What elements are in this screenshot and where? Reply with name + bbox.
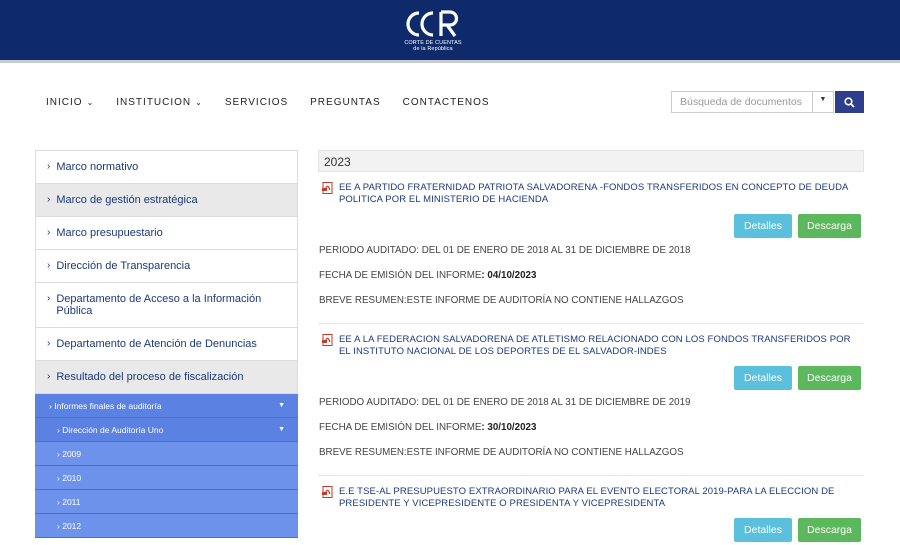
report-title-link[interactable]: EE A LA FEDERACION SALVADORENA DE ATLETI… xyxy=(318,334,864,358)
sidebar-item-label: Marco presupuestario xyxy=(56,227,163,239)
chevron-right-icon: › xyxy=(57,496,60,507)
chevron-right-icon: › xyxy=(57,472,60,483)
sidebar-subitem-auditoria-uno[interactable]: › Dirección de Auditoría Uno ▼ xyxy=(35,418,298,442)
sidebar-item-fiscalizacion[interactable]: › Resultado del proceso de fiscalización xyxy=(35,361,298,394)
detalles-button[interactable]: Detalles xyxy=(734,518,792,542)
sidebar-item-denuncias[interactable]: › Departamento de Atención de Denuncias xyxy=(35,328,298,361)
nav-label: PREGUNTAS xyxy=(310,97,381,108)
sidebar-item-marco-gestion[interactable]: › Marco de gestión estratégica xyxy=(35,184,298,217)
report-actions: Detalles Descarga xyxy=(734,366,861,390)
nav-label: SERVICIOS xyxy=(224,97,289,108)
sidebar-item-label: Dirección de Transparencia xyxy=(56,260,191,272)
sidebar-item-label: Departamento de Atención de Denuncias xyxy=(56,338,257,350)
nav-label: INICIO xyxy=(46,97,83,108)
chevron-down-icon: ⌄ xyxy=(86,98,95,107)
caret-down-icon: ▼ xyxy=(278,426,285,433)
sidebar-item-label: Marco de gestión estratégica xyxy=(56,194,198,206)
main-nav: INICIO ⌄ INSTITUCION ⌄ SERVICIOS PREGUNTAS… xyxy=(46,97,512,108)
nav-contactenos[interactable]: CONTACTENOS xyxy=(403,97,490,108)
sidebar-subitem-label: Dirección de Auditoría Uno xyxy=(62,424,164,435)
chevron-right-icon: › xyxy=(47,161,51,172)
chevron-right-icon: › xyxy=(47,338,51,349)
periodo-auditado: PERIODO AUDITADO: DEL 01 DE ENERO DE 201… xyxy=(319,397,691,408)
logo-subtitle-2: de la República xyxy=(413,46,453,52)
pdf-icon xyxy=(322,486,333,498)
sidebar-subitem-label: 2012 xyxy=(62,520,82,531)
chevron-right-icon: › xyxy=(47,293,51,304)
pdf-icon xyxy=(322,182,333,194)
nav-label: CONTACTENOS xyxy=(402,97,490,108)
ccr-logo-mark xyxy=(406,10,459,37)
report-entry: EE A PARTIDO FRATERNIDAD PATRIOTA SALVAD… xyxy=(318,182,864,324)
chevron-right-icon: › xyxy=(57,448,60,459)
sidebar-subitem-label: 2009 xyxy=(62,448,82,459)
caret-down-icon: ▼ xyxy=(819,96,827,103)
chevron-right-icon: › xyxy=(57,424,60,435)
descarga-button[interactable]: Descarga xyxy=(798,214,861,238)
report-title: EE A LA FEDERACION SALVADORENA DE ATLETI… xyxy=(339,334,851,357)
entry-divider xyxy=(318,475,864,476)
detalles-button[interactable]: Detalles xyxy=(734,366,792,390)
sidebar-subitem-2009[interactable]: › 2009 xyxy=(35,442,298,466)
chevron-right-icon: › xyxy=(47,371,51,382)
nav-inicio[interactable]: INICIO ⌄ xyxy=(46,97,94,108)
nav-preguntas[interactable]: PREGUNTAS xyxy=(310,97,381,108)
search-button[interactable] xyxy=(835,91,864,113)
breve-resumen: BREVE RESUMEN:ESTE INFORME DE AUDITORÍA … xyxy=(319,447,684,458)
sidebar-subitem-label: 2010 xyxy=(62,472,82,483)
sidebar-item-marco-normativo[interactable]: › Marco normativo xyxy=(35,150,298,184)
nav-label: INSTITUCION xyxy=(116,97,192,108)
fecha-emision: FECHA DE EMISIÓN DEL INFORME: 30/10/2023 xyxy=(319,422,536,433)
nav-institucion[interactable]: INSTITUCION ⌄ xyxy=(116,97,203,108)
report-entry: EE A LA FEDERACION SALVADORENA DE ATLETI… xyxy=(318,334,864,476)
sidebar-subitem-label: Informes finales de auditoría xyxy=(54,400,162,411)
sidebar-subitem-2012[interactable]: › 2012 xyxy=(35,514,298,538)
report-title-link[interactable]: EE A PARTIDO FRATERNIDAD PATRIOTA SALVAD… xyxy=(318,182,864,206)
fecha-label: FECHA DE EMISIÓN DEL INFORME xyxy=(319,270,482,281)
nav-servicios[interactable]: SERVICIOS xyxy=(225,97,288,108)
sidebar-subitem-2011[interactable]: › 2011 xyxy=(35,490,298,514)
fecha-emision: FECHA DE EMISIÓN DEL INFORME: 04/10/2023 xyxy=(319,270,536,281)
chevron-right-icon: › xyxy=(57,520,60,531)
sidebar-item-acceso-informacion[interactable]: › Departamento de Acceso a la Información… xyxy=(35,283,298,328)
report-title: EE A PARTIDO FRATERNIDAD PATRIOTA SALVAD… xyxy=(339,182,848,205)
detalles-button[interactable]: Detalles xyxy=(734,214,792,238)
year-heading: 2023 xyxy=(318,150,864,172)
sidebar: › Marco normativo › Marco de gestión estra… xyxy=(35,150,298,538)
report-actions: Detalles Descarga xyxy=(734,214,861,238)
fecha-label: FECHA DE EMISIÓN DEL INFORME xyxy=(319,422,482,433)
descarga-button[interactable]: Descarga xyxy=(798,366,861,390)
search-dropdown-button[interactable]: ▼ xyxy=(812,91,834,113)
chevron-right-icon: › xyxy=(47,260,51,271)
sidebar-subitem-2010[interactable]: › 2010 xyxy=(35,466,298,490)
sidebar-subitem-label: 2011 xyxy=(62,496,81,507)
periodo-auditado: PERIODO AUDITADO: DEL 01 DE ENERO DE 201… xyxy=(319,245,691,256)
caret-down-icon: ▼ xyxy=(278,402,285,409)
fecha-value: : 04/10/2023 xyxy=(481,270,537,281)
report-entry: E.E TSE-AL PRESUPUESTO EXTRAORDINARIO PA… xyxy=(318,486,864,542)
sidebar-item-label: Departamento de Acceso a la Información … xyxy=(56,293,262,317)
sidebar-item-transparencia[interactable]: › Dirección de Transparencia xyxy=(35,250,298,283)
sidebar-item-label: Resultado del proceso de fiscalización xyxy=(56,371,244,383)
sidebar-item-label: Marco normativo xyxy=(56,161,139,173)
report-title: E.E TSE-AL PRESUPUESTO EXTRAORDINARIO PA… xyxy=(339,486,835,509)
search-icon xyxy=(844,96,855,108)
chevron-down-icon: ⌄ xyxy=(195,98,203,107)
report-actions: Detalles Descarga xyxy=(734,518,861,542)
pdf-icon xyxy=(322,334,333,346)
ccr-logo[interactable]: CORTE DE CUENTAS de la República xyxy=(398,8,468,58)
sidebar-subitem-informes-finales[interactable]: › Informes finales de auditoría ▼ xyxy=(35,394,298,418)
search-input[interactable] xyxy=(671,91,812,113)
descarga-button[interactable]: Descarga xyxy=(798,518,861,542)
breve-resumen: BREVE RESUMEN:ESTE INFORME DE AUDITORÍA … xyxy=(319,295,684,306)
sidebar-item-marco-presupuestario[interactable]: › Marco presupuestario xyxy=(35,217,298,250)
header-banner: CORTE DE CUENTAS de la República xyxy=(0,0,900,63)
document-search: ▼ xyxy=(671,91,864,113)
fecha-value: : 30/10/2023 xyxy=(481,422,537,433)
chevron-right-icon: › xyxy=(49,400,52,411)
report-title-link[interactable]: E.E TSE-AL PRESUPUESTO EXTRAORDINARIO PA… xyxy=(318,486,864,510)
entry-divider xyxy=(318,323,864,324)
chevron-right-icon: › xyxy=(47,194,51,205)
chevron-right-icon: › xyxy=(47,227,51,238)
